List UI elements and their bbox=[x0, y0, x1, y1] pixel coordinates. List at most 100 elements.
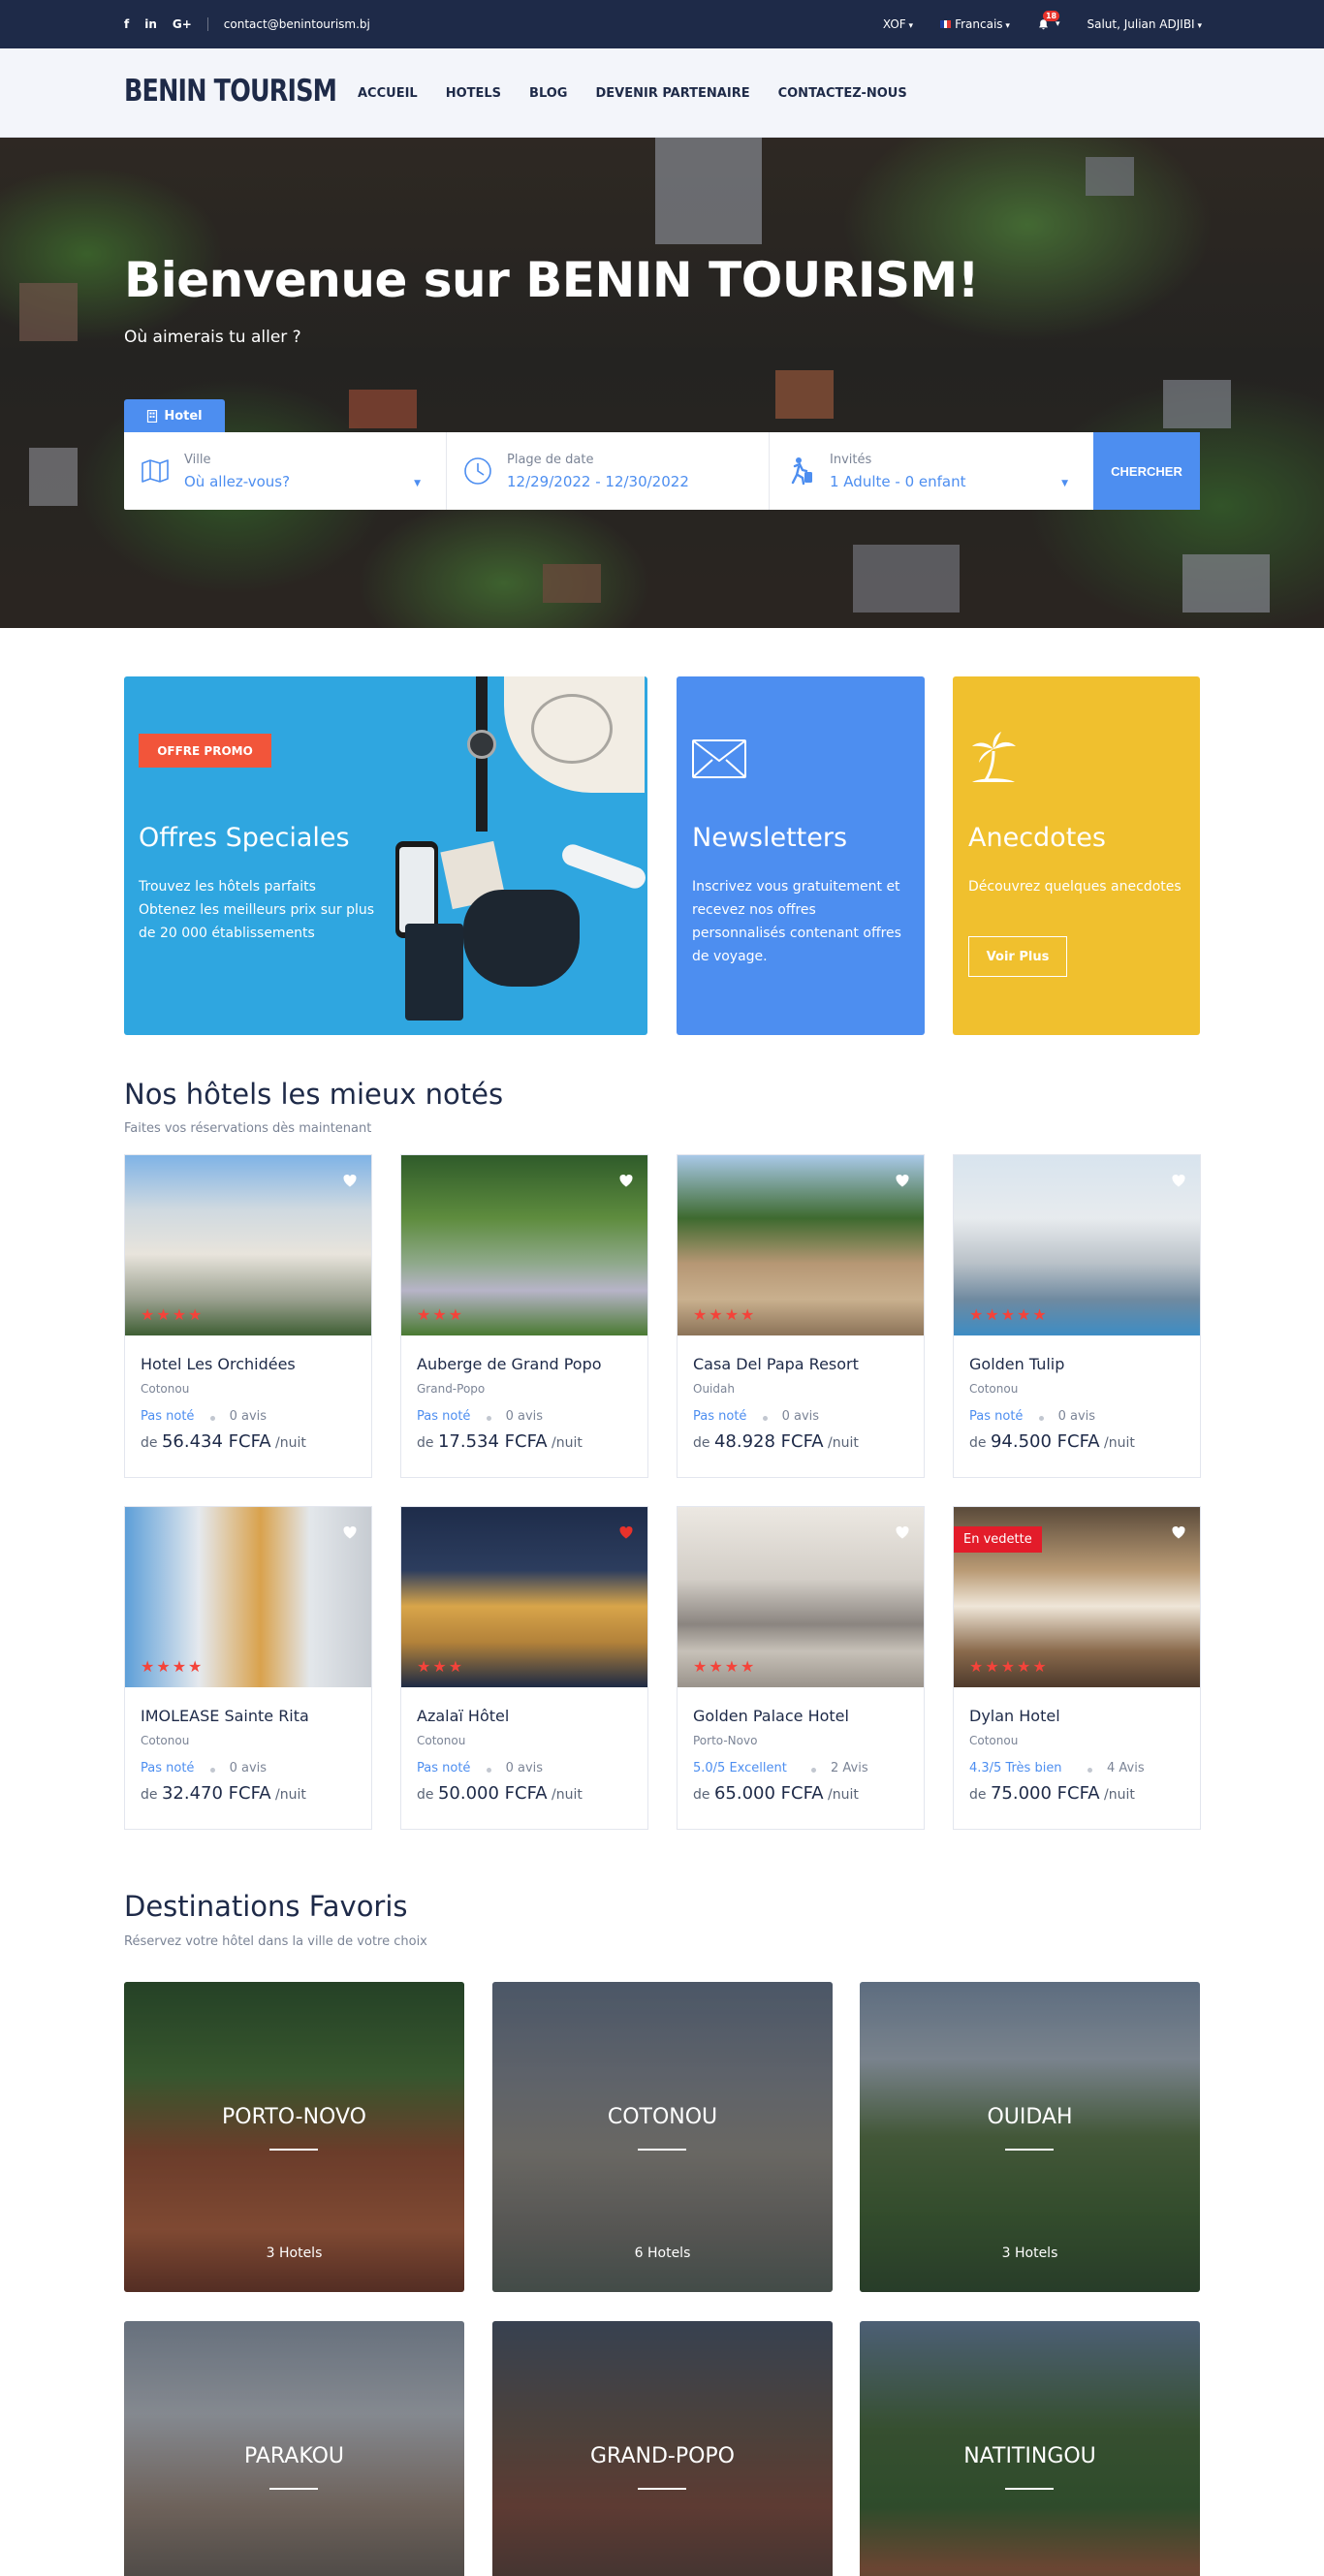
google-plus-icon[interactable]: G+ bbox=[173, 17, 192, 31]
hotel-card[interactable]: ★★★ Auberge de Grand Popo Grand-Popo Pas no… bbox=[400, 1154, 648, 1478]
language-dropdown[interactable]: Francais bbox=[940, 17, 1010, 31]
hotel-card[interactable]: ★★★★ IMOLEASE Sainte Rita Cotonou Pas noté 0… bbox=[124, 1506, 372, 1830]
destination-card[interactable]: COTONOU 6 Hotels bbox=[492, 1982, 833, 2292]
anecdotes-card[interactable]: Anecdotes Découvrez quelques anecdotes V… bbox=[953, 676, 1200, 1035]
hotel-card[interactable]: ★★★★ Casa Del Papa Resort Ouidah Pas noté 0 … bbox=[677, 1154, 925, 1478]
destination-underline bbox=[1005, 2149, 1054, 2151]
heart-icon[interactable] bbox=[895, 1524, 910, 1540]
nav-item-hotels[interactable]: HOTELS bbox=[446, 86, 501, 101]
separator-dot bbox=[486, 1768, 491, 1773]
hotel-rating: 4.3/5 Très bien bbox=[969, 1761, 1062, 1775]
divider bbox=[206, 17, 208, 31]
currency-dropdown[interactable]: XOF bbox=[883, 17, 913, 31]
guests-field[interactable]: Invités 1 Adulte - 0 enfant ▼ bbox=[770, 432, 1093, 510]
hotel-name[interactable]: Auberge de Grand Popo bbox=[417, 1355, 602, 1373]
heart-icon[interactable] bbox=[342, 1524, 358, 1540]
promo-badge: OFFRE PROMO bbox=[139, 734, 271, 768]
hotel-rating: 5.0/5 Excellent bbox=[693, 1761, 787, 1775]
contact-email-link[interactable]: contact@benintourism.bj bbox=[224, 17, 370, 31]
destinations-title: Destinations Favoris bbox=[124, 1890, 408, 1923]
price-suffix: /nuit bbox=[270, 1435, 306, 1451]
date-range-field[interactable]: Plage de date 12/29/2022 - 12/30/2022 bbox=[447, 432, 770, 510]
hotel-name[interactable]: IMOLEASE Sainte Rita bbox=[141, 1707, 309, 1725]
price-value: 50.000 FCFA bbox=[437, 1783, 548, 1804]
heart-icon[interactable] bbox=[618, 1173, 634, 1188]
hotel-name[interactable]: Golden Tulip bbox=[969, 1355, 1064, 1373]
newsletter-text-4: de voyage. bbox=[692, 949, 768, 964]
hotel-name[interactable]: Casa Del Papa Resort bbox=[693, 1355, 859, 1373]
hotel-name[interactable]: Azalaï Hôtel bbox=[417, 1707, 509, 1725]
hotel-card[interactable]: ★★★★ Hotel Les Orchidées Cotonou Pas noté 0 … bbox=[124, 1154, 372, 1478]
heart-icon[interactable] bbox=[618, 1524, 634, 1540]
hotel-reviews: 2 Avis bbox=[831, 1761, 868, 1775]
city-field[interactable]: Ville Où allez-vous? ▼ bbox=[124, 432, 447, 510]
destination-underline bbox=[638, 2149, 686, 2151]
top-bar: f in G+ contact@benintourism.bj XOF Fran… bbox=[0, 0, 1324, 48]
hotel-card[interactable]: ★★★★ Golden Palace Hotel Porto-Novo 5.0/5 E… bbox=[677, 1506, 925, 1830]
hotel-name[interactable]: Dylan Hotel bbox=[969, 1707, 1060, 1725]
anecdotes-text: Découvrez quelques anecdotes bbox=[968, 879, 1182, 895]
star-rating-icon: ★★★★ bbox=[693, 1657, 757, 1676]
search-button[interactable]: CHERCHER bbox=[1093, 432, 1200, 510]
travel-items-image bbox=[395, 676, 647, 1035]
city-select[interactable]: Où allez-vous? bbox=[184, 473, 290, 490]
hotel-reviews: 0 avis bbox=[229, 1761, 268, 1775]
top-hotels-title: Nos hôtels les mieux notés bbox=[124, 1078, 504, 1111]
star-rating-icon: ★★★ bbox=[417, 1305, 465, 1324]
hotel-card[interactable]: ★★★ Azalaï Hôtel Cotonou Pas noté 0 avis de 5… bbox=[400, 1506, 648, 1830]
heart-icon[interactable] bbox=[1171, 1524, 1186, 1540]
user-menu[interactable]: Salut, Julian ADJIBI bbox=[1087, 17, 1202, 31]
heart-icon[interactable] bbox=[342, 1173, 358, 1188]
hotel-rating: Pas noté bbox=[693, 1409, 747, 1424]
destination-underline bbox=[269, 2149, 318, 2151]
hotel-reviews: 0 avis bbox=[505, 1409, 544, 1424]
hotel-price: de 65.000 FCFA /nuit bbox=[693, 1783, 859, 1804]
destination-card[interactable]: PARAKOU bbox=[124, 2321, 464, 2576]
hotel-card[interactable]: En vedette ★★★★★ Dylan Hotel Cotonou 4.3/5 T… bbox=[953, 1506, 1201, 1830]
nav-item-contact[interactable]: CONTACTEZ-NOUS bbox=[778, 86, 907, 101]
newsletter-text-2: recevez nos offres bbox=[692, 902, 816, 918]
hotel-card[interactable]: ★★★★★ Golden Tulip Cotonou Pas noté 0 avis de… bbox=[953, 1154, 1201, 1478]
price-prefix: de bbox=[969, 1435, 991, 1451]
special-offers-text-1: Trouvez les hôtels parfaits bbox=[139, 879, 316, 895]
destination-card[interactable]: OUIDAH 3 Hotels bbox=[860, 1982, 1200, 2292]
hotel-name[interactable]: Golden Palace Hotel bbox=[693, 1707, 849, 1725]
nav-item-blog[interactable]: BLOG bbox=[529, 86, 567, 101]
destination-card[interactable]: PORTO-NOVO 3 Hotels bbox=[124, 1982, 464, 2292]
city-label: Ville bbox=[184, 452, 211, 467]
destinations-subtitle: Réservez votre hôtel dans la ville de vo… bbox=[124, 1934, 427, 1949]
separator-dot bbox=[811, 1768, 816, 1773]
nav-item-accueil[interactable]: ACCUEIL bbox=[358, 86, 418, 101]
notifications-button[interactable]: 18 ▾ bbox=[1037, 10, 1060, 31]
price-value: 32.470 FCFA bbox=[161, 1783, 271, 1804]
guests-select[interactable]: 1 Adulte - 0 enfant bbox=[830, 473, 965, 490]
voir-plus-button[interactable]: Voir Plus bbox=[968, 936, 1067, 977]
heart-icon[interactable] bbox=[895, 1173, 910, 1188]
heart-icon[interactable] bbox=[1171, 1173, 1186, 1188]
chevron-down-icon: ▼ bbox=[414, 479, 421, 488]
destination-hotel-count: 3 Hotels bbox=[1001, 2246, 1058, 2261]
destination-card[interactable]: GRAND-POPO bbox=[492, 2321, 833, 2576]
destination-card[interactable]: NATITINGOU bbox=[860, 2321, 1200, 2576]
destination-name: PORTO-NOVO bbox=[222, 2105, 366, 2129]
separator-dot bbox=[209, 1416, 215, 1421]
price-value: 75.000 FCFA bbox=[990, 1783, 1100, 1804]
hotel-name[interactable]: Hotel Les Orchidées bbox=[141, 1355, 296, 1373]
destination-underline bbox=[269, 2488, 318, 2490]
newsletter-title: Newsletters bbox=[692, 823, 848, 853]
date-range-input[interactable]: 12/29/2022 - 12/30/2022 bbox=[507, 473, 689, 490]
facebook-icon[interactable]: f bbox=[124, 17, 129, 31]
hotel-search-form: Ville Où allez-vous? ▼ Plage de date 12/… bbox=[124, 432, 1200, 510]
hotel-city: Grand-Popo bbox=[417, 1382, 486, 1396]
newsletter-card[interactable]: Newsletters Inscrivez vous gratuitement … bbox=[677, 676, 925, 1035]
tab-hotel[interactable]: Hotel bbox=[124, 399, 225, 432]
building-icon bbox=[147, 409, 158, 423]
hero-overlay bbox=[0, 138, 1324, 628]
nav-item-devenir-partenaire[interactable]: DEVENIR PARTENAIRE bbox=[595, 86, 749, 101]
destination-name: GRAND-POPO bbox=[590, 2444, 735, 2468]
site-logo[interactable]: BENIN TOURISM bbox=[124, 74, 337, 109]
destination-underline bbox=[1005, 2488, 1054, 2490]
linkedin-icon[interactable]: in bbox=[144, 17, 157, 31]
special-offers-card[interactable]: OFFRE PROMO Offres Speciales Trouvez les… bbox=[124, 676, 647, 1035]
chevron-down-icon: ▾ bbox=[1055, 19, 1060, 29]
